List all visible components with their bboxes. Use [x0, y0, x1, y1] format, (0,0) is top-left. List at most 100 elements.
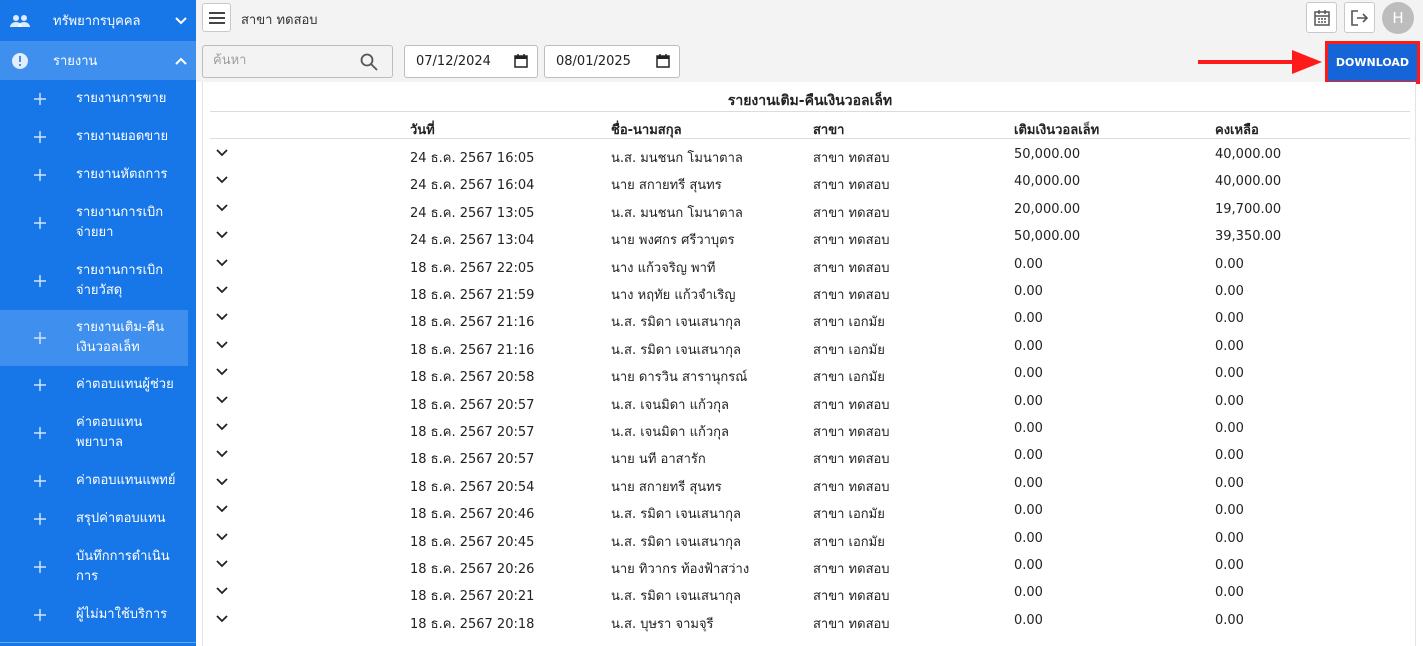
- table-row[interactable]: 18 ธ.ค. 2567 21:59 นาง หฤทัย แก้วจำเริญ สา…: [210, 278, 1410, 305]
- plus-icon: [34, 427, 46, 439]
- calendar-button[interactable]: [1306, 2, 1337, 33]
- cell-date: 18 ธ.ค. 2567 21:59: [410, 288, 535, 303]
- chevron-down-icon[interactable]: [216, 421, 228, 433]
- sidebar-item-sales-total[interactable]: รายงานยอดขาย: [0, 118, 196, 156]
- people-icon: [10, 11, 30, 31]
- table-row[interactable]: 18 ธ.ค. 2567 20:46 น.ส. รมิดา เจนเสนากุล ส…: [210, 497, 1410, 524]
- cell-date: 24 ธ.ค. 2567 16:04: [410, 178, 535, 194]
- cell-balance: 0.00: [1215, 558, 1244, 573]
- sidebar-item-pay-summary[interactable]: สรุปค่าตอบแทน: [0, 500, 196, 538]
- calendar-icon[interactable]: [655, 53, 671, 69]
- download-button[interactable]: DOWNLOAD: [1325, 41, 1420, 84]
- sidebar-item-procedure-report[interactable]: รายงานหัตถการ: [0, 156, 196, 194]
- sidebar-item-material-report[interactable]: รายงานการเบิกจ่ายวัสดุ: [0, 252, 196, 310]
- table-row[interactable]: 18 ธ.ค. 2567 20:21 น.ส. รมิดา เจนเสนากุล ส…: [210, 579, 1410, 606]
- cell-date: 18 ธ.ค. 2567 20:45: [410, 534, 535, 550]
- chevron-down-icon[interactable]: [216, 613, 228, 625]
- table-row[interactable]: 18 ธ.ค. 2567 21:16 น.ส. รมิดา เจนเสนากุล ส…: [210, 305, 1410, 332]
- cell-name: น.ส. รมิดา เจนเสนากุล: [611, 534, 741, 550]
- table-row[interactable]: 24 ธ.ค. 2567 13:05 น.ส. มนชนก โมนาตาล สาขา…: [210, 196, 1410, 223]
- plus-icon: [34, 561, 46, 573]
- table-row[interactable]: 18 ธ.ค. 2567 20:57 น.ส. เจนมิดา แก้วกุล สา…: [210, 388, 1410, 415]
- table-row[interactable]: 18 ธ.ค. 2567 20:18 น.ส. บุษรา จามจุรี สาขา…: [210, 607, 1410, 634]
- cell-balance: 0.00: [1215, 256, 1244, 272]
- chevron-down-icon[interactable]: [216, 558, 228, 570]
- chevron-down-icon[interactable]: [216, 284, 228, 296]
- sidebar-item-nurse-pay[interactable]: ค่าตอบแทนพยาบาล: [0, 404, 196, 462]
- cell-balance: 19,700.00: [1215, 201, 1282, 217]
- table-row[interactable]: 18 ธ.ค. 2567 21:16 น.ส. รมิดา เจนเสนากุล ส…: [210, 333, 1410, 360]
- sidebar-item-activity-log[interactable]: บันทึกการดำเนินการ: [0, 538, 196, 596]
- sidebar-item-doctor-pay[interactable]: ค่าตอบแทนแพทย์: [0, 462, 196, 500]
- chevron-down-icon[interactable]: [216, 531, 228, 543]
- chevron-down-icon[interactable]: [216, 229, 228, 241]
- cell-name: นาย สกายทรี สุนทร: [611, 479, 722, 495]
- cell-topup: 0.00: [1014, 338, 1043, 354]
- table-row[interactable]: 18 ธ.ค. 2567 22:05 นาง แก้วจริญ พาที สาขา …: [210, 251, 1410, 278]
- cell-name: น.ส. บุษรา จามจุรี: [611, 616, 714, 632]
- table-row[interactable]: 18 ธ.ค. 2567 20:58 นาย ดารวิน สารานุกรณ์ ส…: [210, 360, 1410, 387]
- calendar-icon[interactable]: [513, 53, 529, 69]
- table-row[interactable]: 24 ธ.ค. 2567 16:05 น.ส. มนชนก โมนาตาล สาขา…: [210, 141, 1410, 168]
- date-to-field[interactable]: 08/01/2025: [544, 45, 680, 78]
- table-row[interactable]: 18 ธ.ค. 2567 20:54 นาย สกายทรี สุนทร สาขา …: [210, 470, 1410, 497]
- sidebar-group-label: รายงาน: [53, 54, 98, 69]
- cell-branch: สาขา เอกมัย: [813, 370, 885, 386]
- plus-icon: [34, 131, 46, 143]
- sidebar-item-drug-report[interactable]: รายงานการเบิกจ่ายยา: [0, 194, 196, 252]
- chevron-down-icon[interactable]: [216, 366, 228, 378]
- cell-branch: สาขา ทดสอบ: [813, 233, 890, 249]
- sidebar-group-report[interactable]: รายงาน: [0, 41, 196, 80]
- avatar[interactable]: H: [1382, 2, 1414, 34]
- sidebar: ทรัพยากรบุคคล รายงาน รายงานการขาย รายงาน…: [0, 0, 196, 646]
- sidebar-group-hr[interactable]: ทรัพยากรบุคคล: [0, 0, 196, 41]
- logout-icon: [1351, 9, 1368, 26]
- cell-branch: สาขา ทดสอบ: [813, 452, 890, 468]
- column-header-name: ชื่อ-นามสกุล: [611, 123, 682, 138]
- cell-branch: สาขา ทดสอบ: [813, 562, 890, 577]
- search-input[interactable]: [213, 53, 353, 68]
- chevron-down-icon[interactable]: [216, 394, 228, 406]
- chevron-down-icon[interactable]: [216, 503, 228, 515]
- table-header: วันที่ ชื่อ-นามสกุล สาขา เติมเงินวอลเล็ท…: [210, 111, 1410, 139]
- sidebar-item-sales-report[interactable]: รายงานการขาย: [0, 80, 196, 118]
- plus-icon: [34, 513, 46, 525]
- cell-branch: สาขา ทดสอบ: [813, 205, 890, 221]
- logout-button[interactable]: [1344, 2, 1375, 33]
- cell-date: 18 ธ.ค. 2567 20:57: [410, 452, 535, 468]
- chevron-down-icon[interactable]: [216, 585, 228, 597]
- search-icon[interactable]: [360, 53, 378, 71]
- cell-branch: สาขา ทดสอบ: [813, 260, 890, 276]
- cell-name: น.ส. รมิดา เจนเสนากุล: [611, 589, 741, 605]
- plus-icon: [34, 609, 46, 621]
- sidebar-item-no-show[interactable]: ผู้ไม่มาใช้บริการ: [0, 596, 196, 634]
- cell-branch: สาขา ทดสอบ: [813, 589, 890, 605]
- cell-date: 24 ธ.ค. 2567 13:05: [410, 205, 535, 221]
- sidebar-item-assistant-pay[interactable]: ค่าตอบแทนผู้ช่วย: [0, 366, 196, 404]
- sidebar-item-label: รายงานการเบิกจ่ายยา: [76, 205, 164, 240]
- chevron-down-icon[interactable]: [216, 339, 228, 351]
- chevron-down-icon[interactable]: [216, 448, 228, 460]
- cell-topup: 0.00: [1014, 366, 1043, 382]
- cell-branch: สาขา เอกมัย: [813, 342, 885, 358]
- table-row[interactable]: 18 ธ.ค. 2567 20:26 นาย ทิวากร ท้องฟ้าสว่า…: [210, 552, 1410, 579]
- chevron-down-icon[interactable]: [216, 311, 228, 323]
- chevron-down-icon[interactable]: [216, 147, 228, 159]
- chevron-down-icon[interactable]: [216, 257, 228, 269]
- chevron-down-icon[interactable]: [216, 202, 228, 214]
- chevron-down-icon[interactable]: [216, 174, 228, 186]
- table-row[interactable]: 18 ธ.ค. 2567 20:45 น.ส. รมิดา เจนเสนากุล ส…: [210, 525, 1410, 552]
- cell-name: นาย พงศกร ศรีวาบุตร: [611, 233, 735, 249]
- menu-button[interactable]: [202, 3, 231, 32]
- table-row[interactable]: 24 ธ.ค. 2567 16:04 นาย สกายทรี สุนทร สาขา …: [210, 168, 1410, 195]
- cell-topup: 20,000.00: [1014, 201, 1081, 217]
- plus-icon: [34, 169, 46, 181]
- sidebar-item-wallet-report[interactable]: รายงานเติม-คืนเงินวอลเล็ท: [0, 310, 188, 366]
- table-row[interactable]: 18 ธ.ค. 2567 20:57 น.ส. เจนมิดา แก้วกุล สา…: [210, 415, 1410, 442]
- table-row[interactable]: 24 ธ.ค. 2567 13:04 นาย พงศกร ศรีวาบุตร สาข…: [210, 223, 1410, 250]
- cell-date: 18 ธ.ค. 2567 20:57: [410, 397, 535, 413]
- chevron-down-icon[interactable]: [216, 476, 228, 488]
- date-from-field[interactable]: 07/12/2024: [404, 45, 538, 78]
- cell-branch: สาขา ทดสอบ: [813, 425, 890, 440]
- table-row[interactable]: 18 ธ.ค. 2567 20:57 นาย นที อาสารัก สาขา ทด…: [210, 442, 1410, 469]
